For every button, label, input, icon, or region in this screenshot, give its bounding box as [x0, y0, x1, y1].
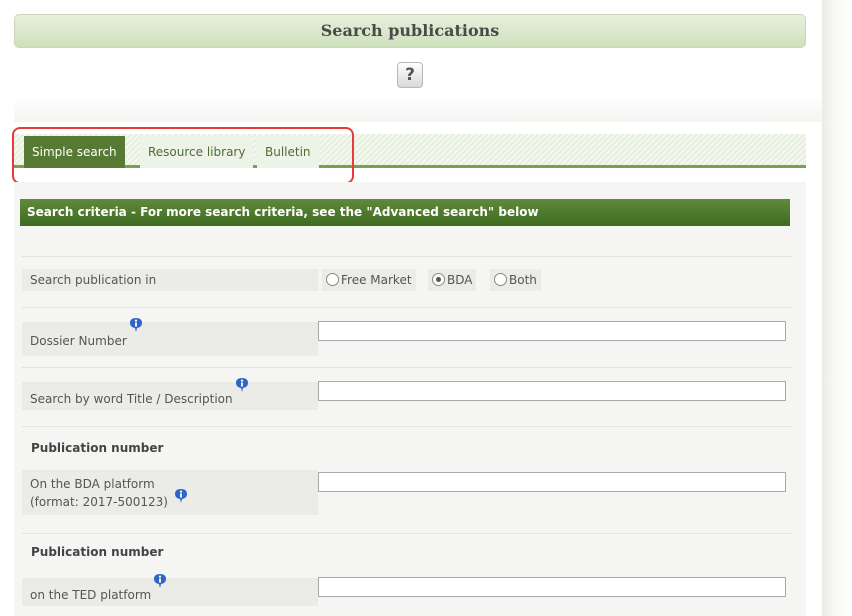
- tab-resource-library[interactable]: Resource library: [140, 136, 254, 168]
- dossier-number-text: Dossier Number: [30, 334, 127, 348]
- search-criteria-header: Search criteria - For more search criter…: [20, 199, 790, 226]
- dossier-number-input[interactable]: [318, 321, 786, 341]
- ted-platform-text: on the TED platform: [30, 588, 152, 602]
- divider: [22, 256, 792, 257]
- title-description-text: Search by word Title / Description: [30, 392, 233, 406]
- dossier-number-label: Dossier Number: [22, 318, 318, 356]
- tab-bar: [14, 134, 806, 168]
- ted-publication-input[interactable]: [318, 577, 786, 597]
- info-icon[interactable]: [234, 377, 250, 393]
- page-gutter: [822, 0, 852, 616]
- info-icon[interactable]: [152, 573, 168, 589]
- radio-both[interactable]: Both: [490, 269, 541, 291]
- search-in-label: Search publication in: [22, 269, 318, 291]
- divider: [22, 367, 792, 368]
- radio-both-label: Both: [509, 273, 537, 287]
- radio-circle-icon[interactable]: [494, 273, 507, 286]
- bda-platform-label: On the BDA platform (format: 2017-500123…: [22, 470, 318, 515]
- bda-publication-input[interactable]: [318, 472, 786, 492]
- title-description-input[interactable]: [318, 381, 786, 401]
- ted-platform-label: on the TED platform: [22, 574, 318, 606]
- help-button[interactable]: ?: [397, 62, 423, 88]
- radio-free-market[interactable]: Free Market: [322, 269, 416, 291]
- tab-simple-search[interactable]: Simple search: [24, 136, 125, 168]
- publication-number-heading: Publication number: [31, 545, 164, 559]
- info-icon[interactable]: [128, 317, 144, 333]
- radio-checked-icon[interactable]: [432, 273, 445, 286]
- tab-bulletin[interactable]: Bulletin: [257, 136, 319, 168]
- radio-bda-label: BDA: [447, 273, 473, 287]
- page-title: Search publications: [14, 14, 806, 48]
- info-icon[interactable]: [173, 488, 189, 504]
- publication-number-heading: Publication number: [31, 441, 164, 455]
- divider: [22, 533, 792, 534]
- header-divider: [14, 96, 822, 122]
- bda-format-hint: (format: 2017-500123): [30, 495, 168, 509]
- question-icon: ?: [405, 65, 415, 85]
- radio-bda[interactable]: BDA: [428, 269, 477, 291]
- title-description-label: Search by word Title / Description: [22, 378, 318, 410]
- radio-free-market-label: Free Market: [341, 273, 412, 287]
- divider: [22, 426, 792, 427]
- radio-circle-icon[interactable]: [326, 273, 339, 286]
- divider: [22, 307, 792, 308]
